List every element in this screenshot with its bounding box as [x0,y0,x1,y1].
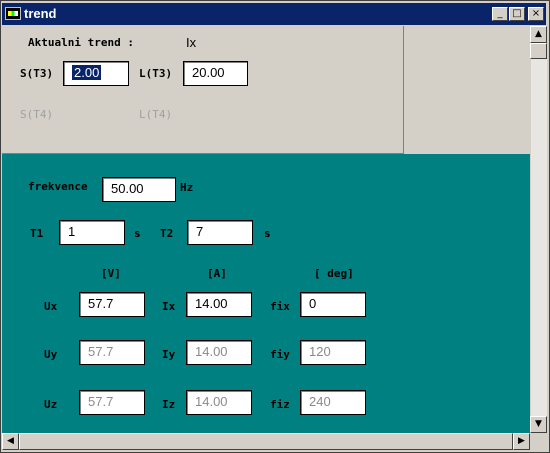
l-t3-label: L(T3) [139,67,173,80]
maximize-button[interactable]: □ [509,7,525,21]
ux-input[interactable]: 57.7 [79,292,145,317]
frekvence-label: frekvence [28,180,88,193]
t2-unit: s [264,227,271,240]
uy-input[interactable]: 57.7 [79,340,145,365]
scrollbar-corner [530,433,547,450]
scroll-left-button[interactable]: ◀ [2,433,19,450]
ux-label: Ux [44,300,58,313]
horizontal-scroll-thumb[interactable] [19,433,513,450]
title-bar[interactable] [2,3,546,25]
fix-input[interactable]: 0 [300,292,366,317]
ix-input[interactable]: 14.00 [186,292,252,317]
fix-label: fix [270,300,290,313]
t1-unit: s [134,227,141,240]
iy-input[interactable]: 14.00 [186,340,252,365]
scroll-right-button[interactable]: ▶ [513,433,530,450]
s-t3-value: 2.00 [72,65,102,80]
frekvence-input[interactable]: 50.00 [102,177,176,202]
aktualni-trend-value: Ix [186,35,197,50]
t1-label: T1 [30,227,44,240]
uz-input[interactable]: 57.7 [79,390,145,415]
t2-label: T2 [160,227,174,240]
s-t3-input[interactable]: 2.00 [63,61,129,86]
fiz-input[interactable]: 240 [300,390,366,415]
fiz-label: fiz [270,398,290,411]
l-t3-input[interactable]: 20.00 [183,61,248,86]
scroll-up-button[interactable]: ▲ [530,26,547,43]
column-header-amps: [A] [207,267,227,280]
t2-input[interactable]: 7 [187,220,253,245]
close-button[interactable]: × [528,7,544,21]
vertical-scroll-thumb[interactable] [530,43,547,59]
app-icon[interactable] [5,7,21,20]
minimize-button[interactable]: _ [492,7,508,21]
l-t4-label: L(T4) [139,108,173,121]
s-t3-label: S(T3) [20,67,54,80]
fiy-label: fiy [270,348,290,361]
aktualni-trend-label: Aktualni trend : [28,36,134,49]
window-title: trend [24,6,57,21]
s-t4-label: S(T4) [20,108,54,121]
column-header-degrees: [ deg] [314,267,354,280]
scroll-down-button[interactable]: ▼ [530,416,547,433]
vertical-scrollbar[interactable] [530,26,547,433]
iz-label: Iz [162,398,176,411]
t1-input[interactable]: 1 [59,220,125,245]
ix-label: Ix [162,300,176,313]
iz-input[interactable]: 14.00 [186,390,252,415]
right-empty-panel [405,26,530,154]
iy-label: Iy [162,348,176,361]
column-header-volts: [V] [101,267,121,280]
uz-label: Uz [44,398,58,411]
fiy-input[interactable]: 120 [300,340,366,365]
frekvence-unit: Hz [180,181,194,194]
uy-label: Uy [44,348,58,361]
